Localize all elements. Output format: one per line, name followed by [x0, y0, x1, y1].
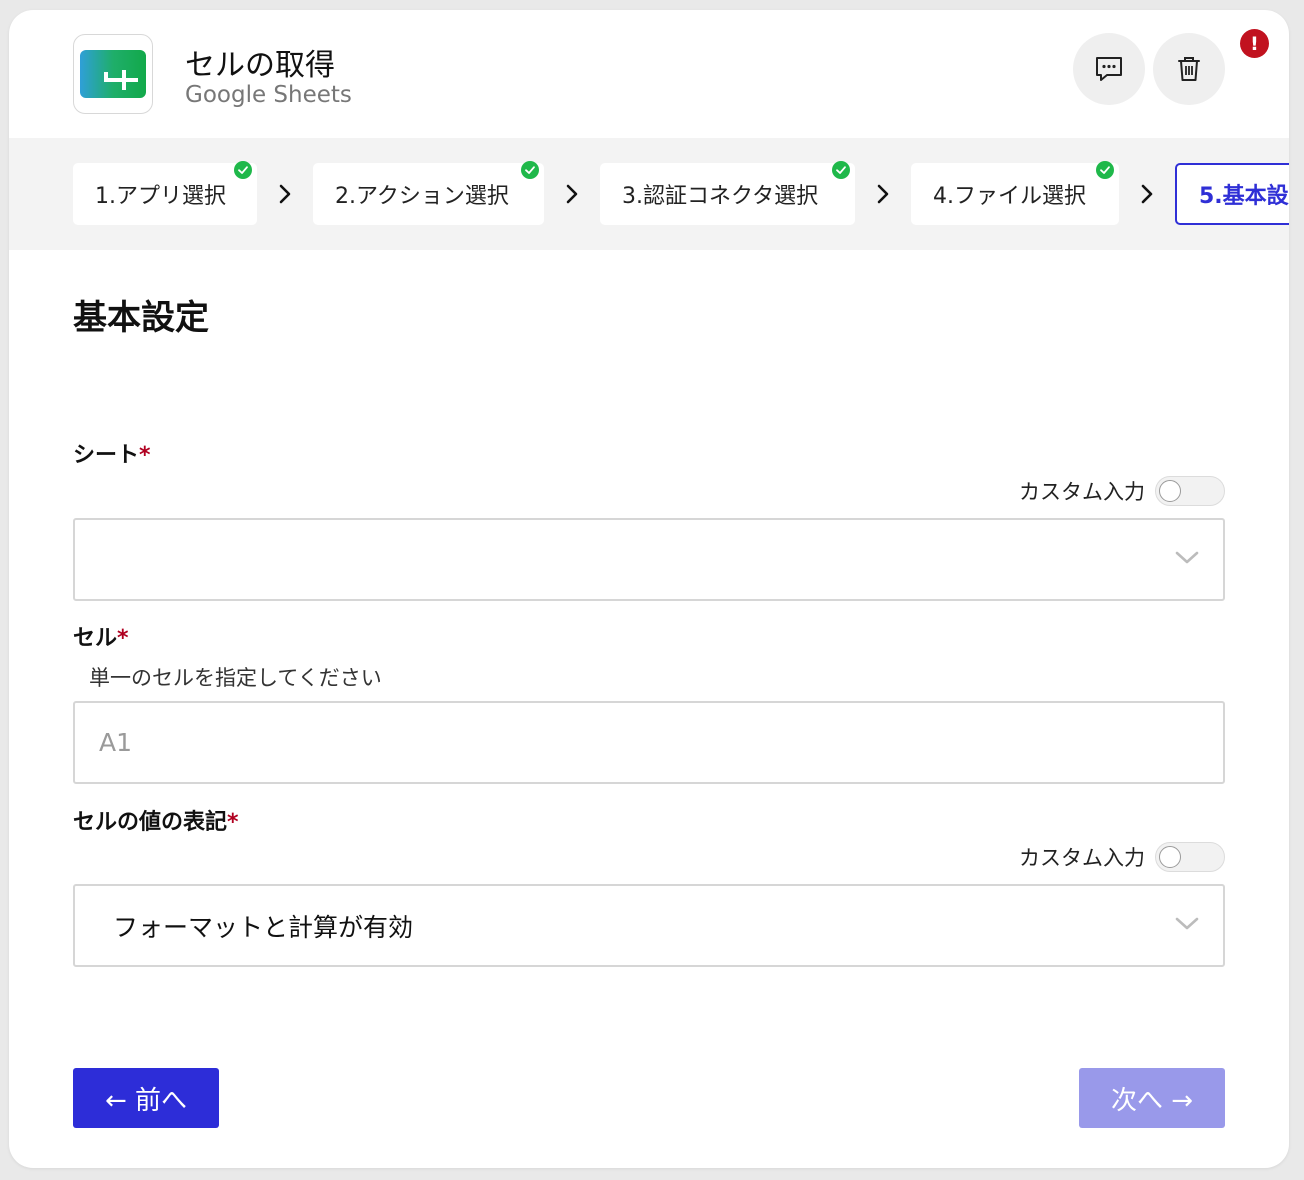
- cell-input-box: [73, 701, 1225, 784]
- trash-icon: [1178, 57, 1200, 81]
- notation-custom-input: カスタム入力: [1019, 842, 1225, 872]
- notation-custom-input-toggle[interactable]: [1155, 842, 1225, 872]
- sheet-select[interactable]: [73, 518, 1225, 601]
- step-action-select[interactable]: 2.アクション選択: [313, 161, 544, 225]
- google-sheets-icon: [73, 34, 153, 114]
- step-file-select[interactable]: 4.ファイル選択: [911, 161, 1119, 225]
- dialog-card: セルの取得 Google Sheets ! 1.アプリ選択 2.アクション選択 …: [9, 10, 1289, 1168]
- sheet-custom-input-toggle[interactable]: [1155, 476, 1225, 506]
- check-icon: [234, 161, 252, 179]
- cell-label: セル*: [73, 620, 129, 652]
- sheet-label-text: シート: [73, 443, 140, 468]
- check-icon: [1096, 161, 1114, 179]
- step-basic-settings[interactable]: 5.基本設定: [1175, 163, 1289, 225]
- prev-button-label: ← 前へ: [104, 1085, 188, 1116]
- cell-hint: 単一のセルを指定してください: [89, 666, 382, 690]
- notation-select-value: フォーマットと計算が有効: [113, 912, 414, 942]
- action-title: セルの取得: [185, 48, 335, 83]
- check-icon: [521, 161, 539, 179]
- prev-button[interactable]: ← 前へ: [73, 1068, 219, 1128]
- step-label: 2.アクション選択: [335, 184, 509, 209]
- step-navigation: 1.アプリ選択 2.アクション選択 3.認証コネクタ選択 4.ファイル選択 5.…: [9, 138, 1289, 250]
- toggle-knob: [1159, 480, 1181, 502]
- chevron-right-icon: [275, 182, 295, 206]
- notation-label-text: セルの値の表記: [73, 810, 228, 835]
- notation-label: セルの値の表記*: [73, 804, 239, 836]
- chevron-right-icon: [562, 182, 582, 206]
- sheet-label: シート*: [73, 437, 151, 469]
- step-connector-select[interactable]: 3.認証コネクタ選択: [600, 161, 855, 225]
- step-label: 1.アプリ選択: [95, 184, 226, 209]
- next-button-label: 次へ →: [1110, 1085, 1194, 1116]
- chevron-right-icon: [873, 182, 893, 206]
- next-button[interactable]: 次へ →: [1079, 1068, 1225, 1128]
- notation-select[interactable]: フォーマットと計算が有効: [73, 884, 1225, 967]
- comment-icon: [1096, 57, 1122, 81]
- cell-input[interactable]: [75, 703, 1223, 782]
- custom-input-label: カスタム入力: [1019, 480, 1145, 504]
- check-icon: [832, 161, 850, 179]
- step-label: 3.認証コネクタ選択: [622, 184, 819, 209]
- cell-label-text: セル: [73, 626, 118, 651]
- step-app-select[interactable]: 1.アプリ選択: [73, 161, 257, 225]
- chevron-down-icon: [1175, 917, 1199, 930]
- delete-button[interactable]: [1153, 33, 1225, 105]
- step-label: 5.基本設定: [1199, 184, 1289, 209]
- toggle-knob: [1159, 846, 1181, 868]
- required-mark: *: [227, 810, 239, 835]
- comment-button[interactable]: [1073, 33, 1145, 105]
- alert-badge: !: [1240, 29, 1269, 58]
- chevron-right-icon: [1137, 182, 1157, 206]
- chevron-down-icon: [1175, 551, 1199, 564]
- section-title: 基本設定: [73, 298, 209, 338]
- custom-input-label: カスタム入力: [1019, 846, 1145, 870]
- step-label: 4.ファイル選択: [933, 184, 1086, 209]
- app-name: Google Sheets: [185, 82, 352, 108]
- sheet-custom-input: カスタム入力: [1019, 476, 1225, 506]
- required-mark: *: [117, 626, 129, 651]
- required-mark: *: [139, 443, 151, 468]
